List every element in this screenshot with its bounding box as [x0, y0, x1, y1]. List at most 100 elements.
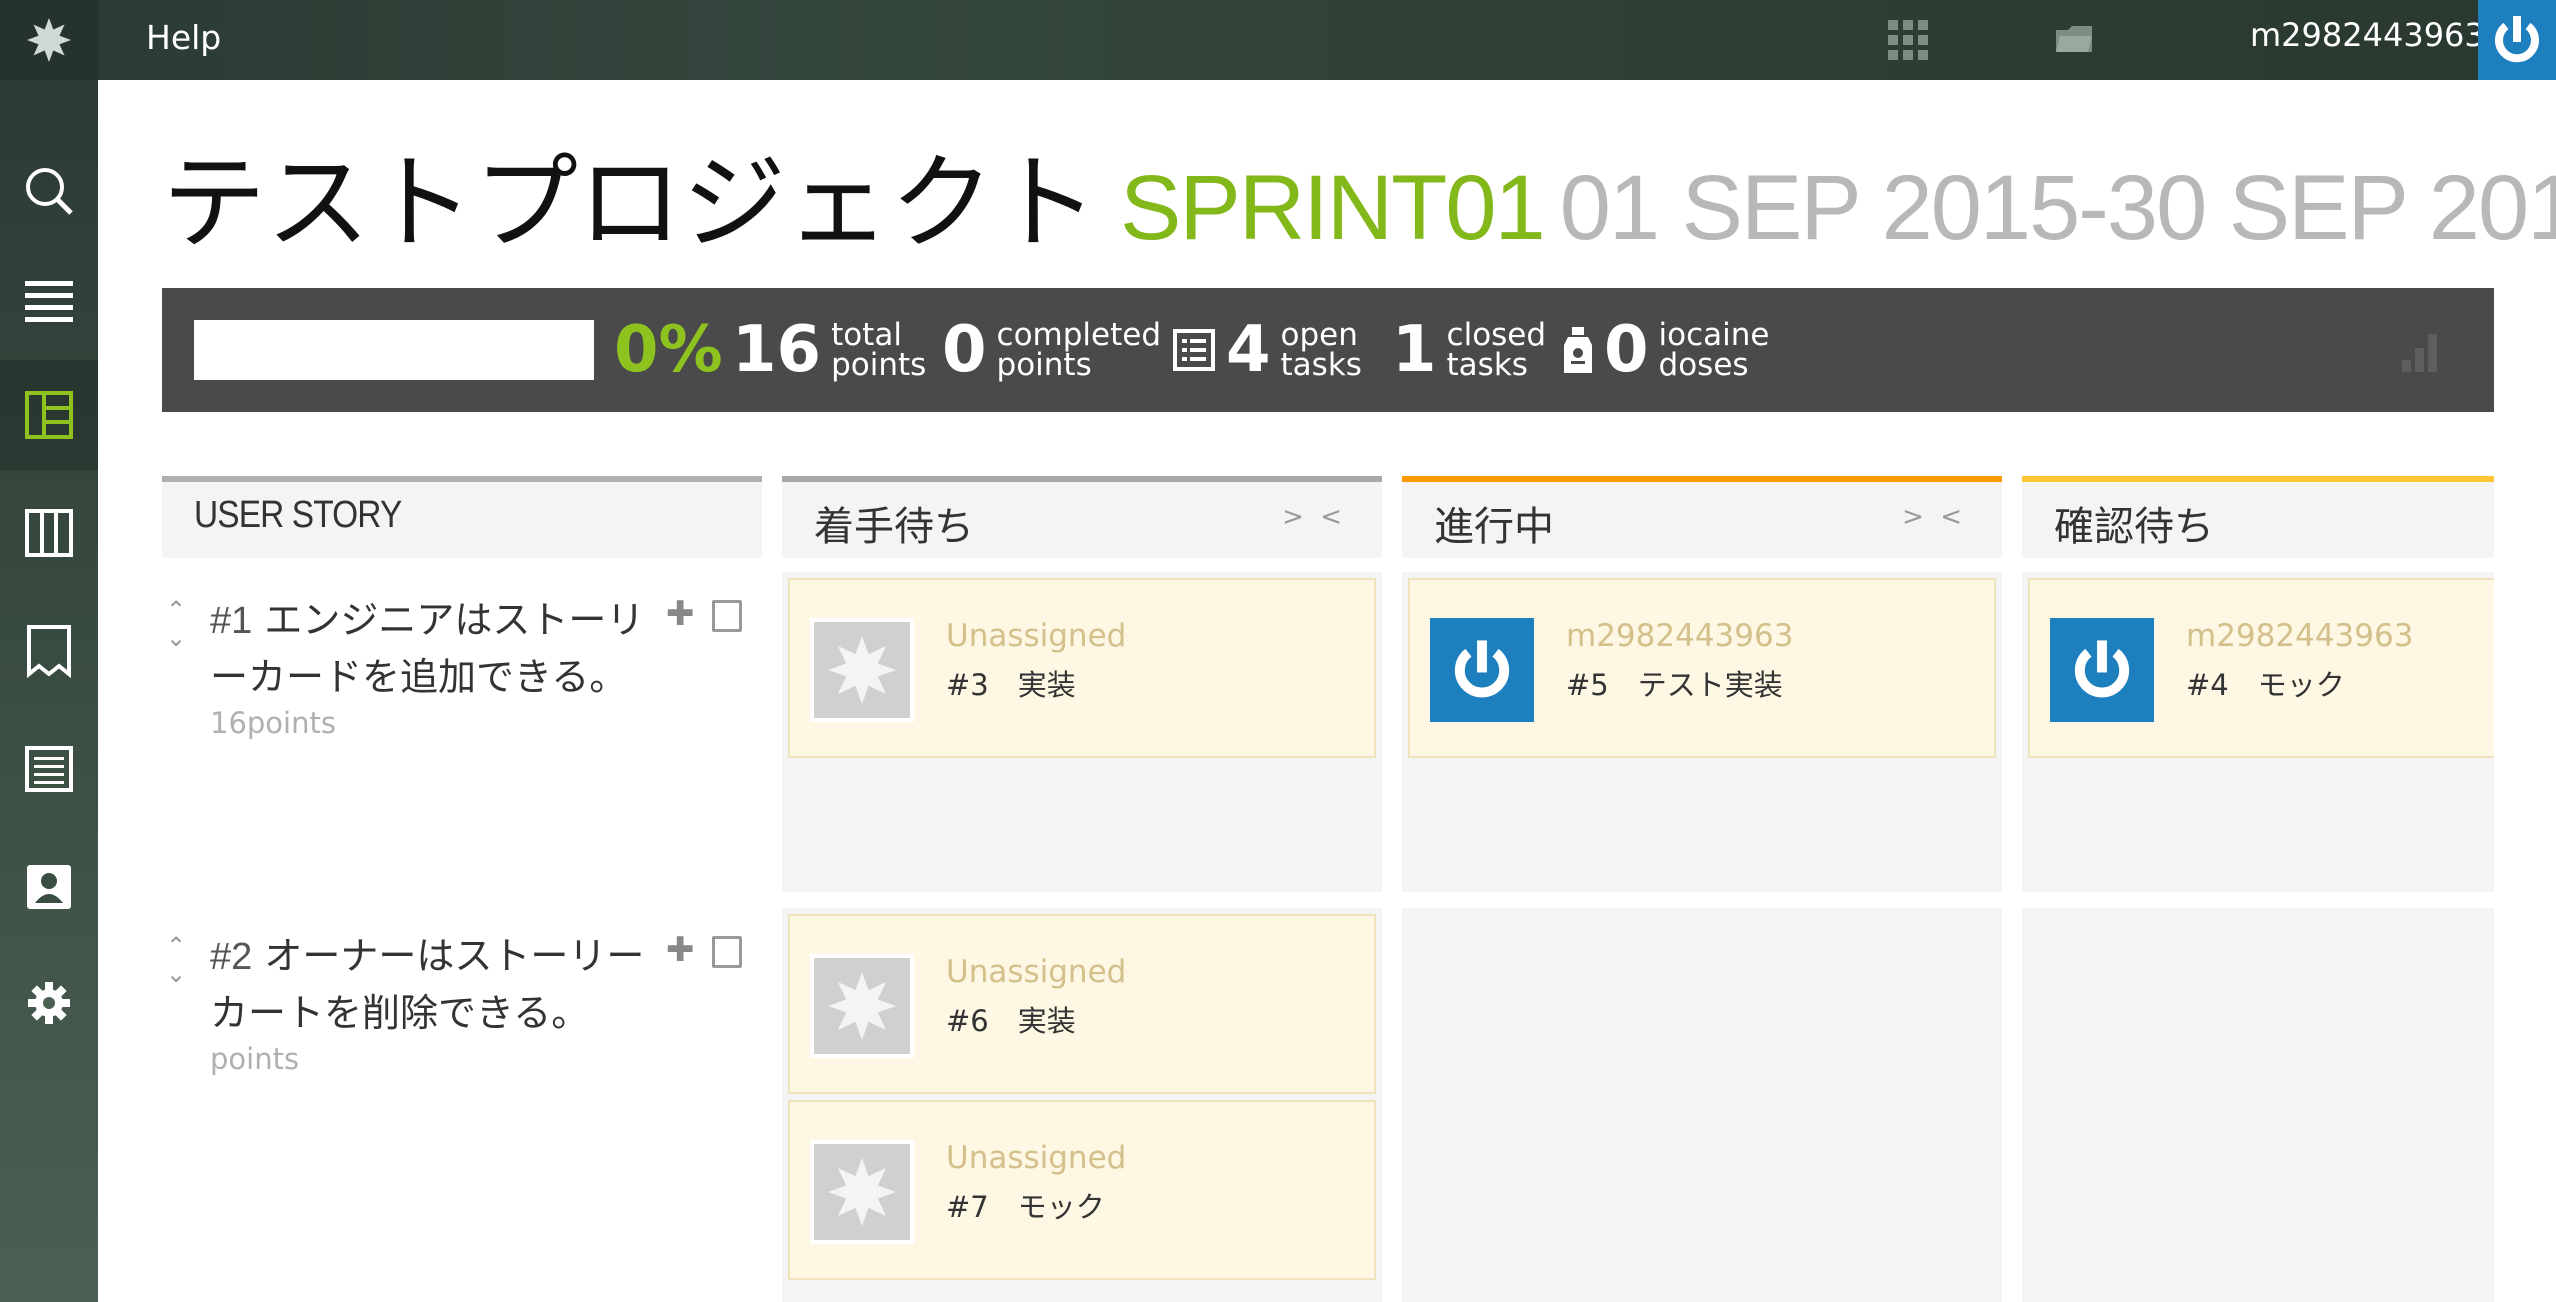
column-title: 進行中 [1434, 504, 1554, 550]
closed-tasks-stat: 1 closed tasks [1392, 288, 1546, 412]
user-story-row: ⌃ ⌄ #1 エンジニアはストーリーカードを追加できる。 16points ✚ [162, 592, 762, 892]
apps-grid-icon[interactable] [1886, 18, 1930, 62]
power-avatar-icon [2495, 16, 2539, 63]
sidebar-item-settings[interactable] [0, 948, 98, 1058]
sidebar-item-kanban[interactable] [0, 478, 98, 588]
progress-bar [194, 320, 594, 380]
top-bar: Help m2982443963 [0, 0, 2556, 80]
completed-points-stat: 0 completed points [942, 288, 1161, 412]
avatar-flower-icon [828, 636, 896, 704]
completed-points-value: 0 [942, 313, 987, 387]
total-points-stat: 16 total points [732, 288, 926, 412]
iocaine-bottle-icon [1564, 327, 1592, 373]
task-lane [1402, 908, 2002, 1302]
page-title: テストプロジェクト SPRINT01 01 SEP 2015-30 SEP 2015 [162, 118, 2556, 269]
sidebar-item-backlog[interactable] [0, 248, 98, 358]
team-icon [27, 865, 71, 909]
collapse-story-icon[interactable]: ⌃ ⌄ [166, 932, 186, 988]
story-points: 16points [210, 706, 336, 740]
sidebar-item-taskboard[interactable] [0, 360, 98, 470]
open-tasks-label-2: tasks [1280, 347, 1362, 383]
task-assignee[interactable]: m2982443963 [1566, 618, 1793, 654]
fold-column-button[interactable]: > < [1902, 502, 1966, 532]
task-title[interactable]: #7 モック [946, 1184, 1105, 1226]
column-color-bar [1402, 476, 2002, 482]
bulk-add-task-icon[interactable] [712, 936, 742, 968]
closed-tasks-label-2: tasks [1446, 347, 1528, 383]
column-header-ready-for-test: 確認待ち [2022, 476, 2494, 558]
taiga-logo[interactable] [0, 0, 98, 80]
story-ref[interactable]: #2 [210, 936, 252, 978]
logo-icon [27, 18, 71, 62]
progress-stat: 0% [614, 288, 723, 412]
column-title: USER STORY [194, 494, 402, 536]
sprint-name: SPRINT01 [1120, 157, 1546, 259]
sprint-summary: 0% 16 total points 0 completed points 4 op… [162, 288, 2494, 412]
story-title[interactable]: #1 エンジニアはストーリーカードを追加できる。 [210, 592, 650, 705]
story-title-text[interactable]: オーナーはストーリーカートを削除できる。 [210, 934, 644, 1035]
total-points-value: 16 [732, 313, 822, 387]
sprint-dates: 01 SEP 2015-30 SEP 2015 [1559, 157, 2556, 259]
taskboard-icon [25, 391, 73, 439]
issues-icon [27, 625, 71, 678]
projects-folder-icon[interactable] [2054, 22, 2094, 56]
default-avatar [810, 1140, 914, 1244]
fold-column-button[interactable]: > < [1282, 502, 1346, 532]
task-card[interactable]: Unassigned #3 実装 [788, 578, 1376, 758]
task-card[interactable]: m2982443963 #4 モック [2028, 578, 2494, 758]
username[interactable]: m2982443963 [2250, 16, 2485, 54]
power-avatar-icon [2074, 640, 2130, 698]
search-icon [26, 168, 73, 215]
add-task-button[interactable]: ✚ [666, 930, 695, 970]
task-title[interactable]: #5 テスト実装 [1566, 662, 1783, 704]
iocaine-value: 0 [1604, 313, 1649, 387]
task-lane: Unassigned #6 実装 Unassigned #7 モック [782, 908, 1382, 1302]
project-name[interactable]: テストプロジェクト [162, 142, 1098, 264]
closed-tasks-value: 1 [1392, 313, 1437, 387]
task-card[interactable]: Unassigned #6 実装 [788, 914, 1376, 1094]
backlog-icon [25, 281, 73, 322]
column-header-waiting: 着手待ち > < [782, 476, 1382, 558]
bulk-add-task-icon[interactable] [712, 600, 742, 632]
task-assignee[interactable]: Unassigned [946, 954, 1126, 990]
column-header-user-story: USER STORY [162, 476, 762, 558]
default-avatar [810, 954, 914, 1058]
column-color-bar [2022, 476, 2494, 482]
user-avatar [2050, 618, 2154, 722]
settings-icon [28, 982, 70, 1024]
task-card[interactable]: Unassigned #7 モック [788, 1100, 1376, 1280]
task-card[interactable]: m2982443963 #5 テスト実装 [1408, 578, 1996, 758]
avatar-flower-icon [828, 972, 896, 1040]
task-assignee[interactable]: Unassigned [946, 618, 1126, 654]
story-title-text[interactable]: エンジニアはストーリーカードを追加できる。 [210, 598, 644, 699]
task-assignee[interactable]: m2982443963 [2186, 618, 2413, 654]
task-lane: m2982443963 #4 モック [2022, 572, 2494, 892]
column-color-bar [782, 476, 1382, 482]
sidebar [0, 80, 98, 1302]
story-ref[interactable]: #1 [210, 600, 252, 642]
column-title: 確認待ち [2054, 504, 2214, 550]
story-points: points [210, 1042, 300, 1076]
avatar-flower-icon [828, 1158, 896, 1226]
task-title[interactable]: #6 実装 [946, 998, 1076, 1040]
open-tasks-stat: 4 open tasks [1172, 288, 1362, 412]
sidebar-item-wiki[interactable] [0, 714, 98, 824]
burndown-graph-icon[interactable] [2400, 328, 2440, 372]
open-tasks-value: 4 [1226, 313, 1271, 387]
task-title[interactable]: #3 実装 [946, 662, 1076, 704]
task-lane: Unassigned #3 実装 [782, 572, 1382, 892]
progress-percent: 0% [614, 313, 723, 387]
user-avatar[interactable] [2478, 0, 2556, 80]
sidebar-item-issues[interactable] [0, 596, 98, 706]
collapse-story-icon[interactable]: ⌃ ⌄ [166, 596, 186, 652]
sidebar-item-search[interactable] [0, 136, 98, 246]
task-lane [2022, 908, 2494, 1302]
task-assignee[interactable]: Unassigned [946, 1140, 1126, 1176]
wiki-icon [25, 746, 73, 792]
task-lane: m2982443963 #5 テスト実装 [1402, 572, 2002, 892]
story-title[interactable]: #2 オーナーはストーリーカートを削除できる。 [210, 928, 650, 1041]
task-title[interactable]: #4 モック [2186, 662, 2345, 704]
help-link[interactable]: Help [146, 18, 221, 57]
add-task-button[interactable]: ✚ [666, 594, 695, 634]
sidebar-item-team[interactable] [0, 832, 98, 942]
